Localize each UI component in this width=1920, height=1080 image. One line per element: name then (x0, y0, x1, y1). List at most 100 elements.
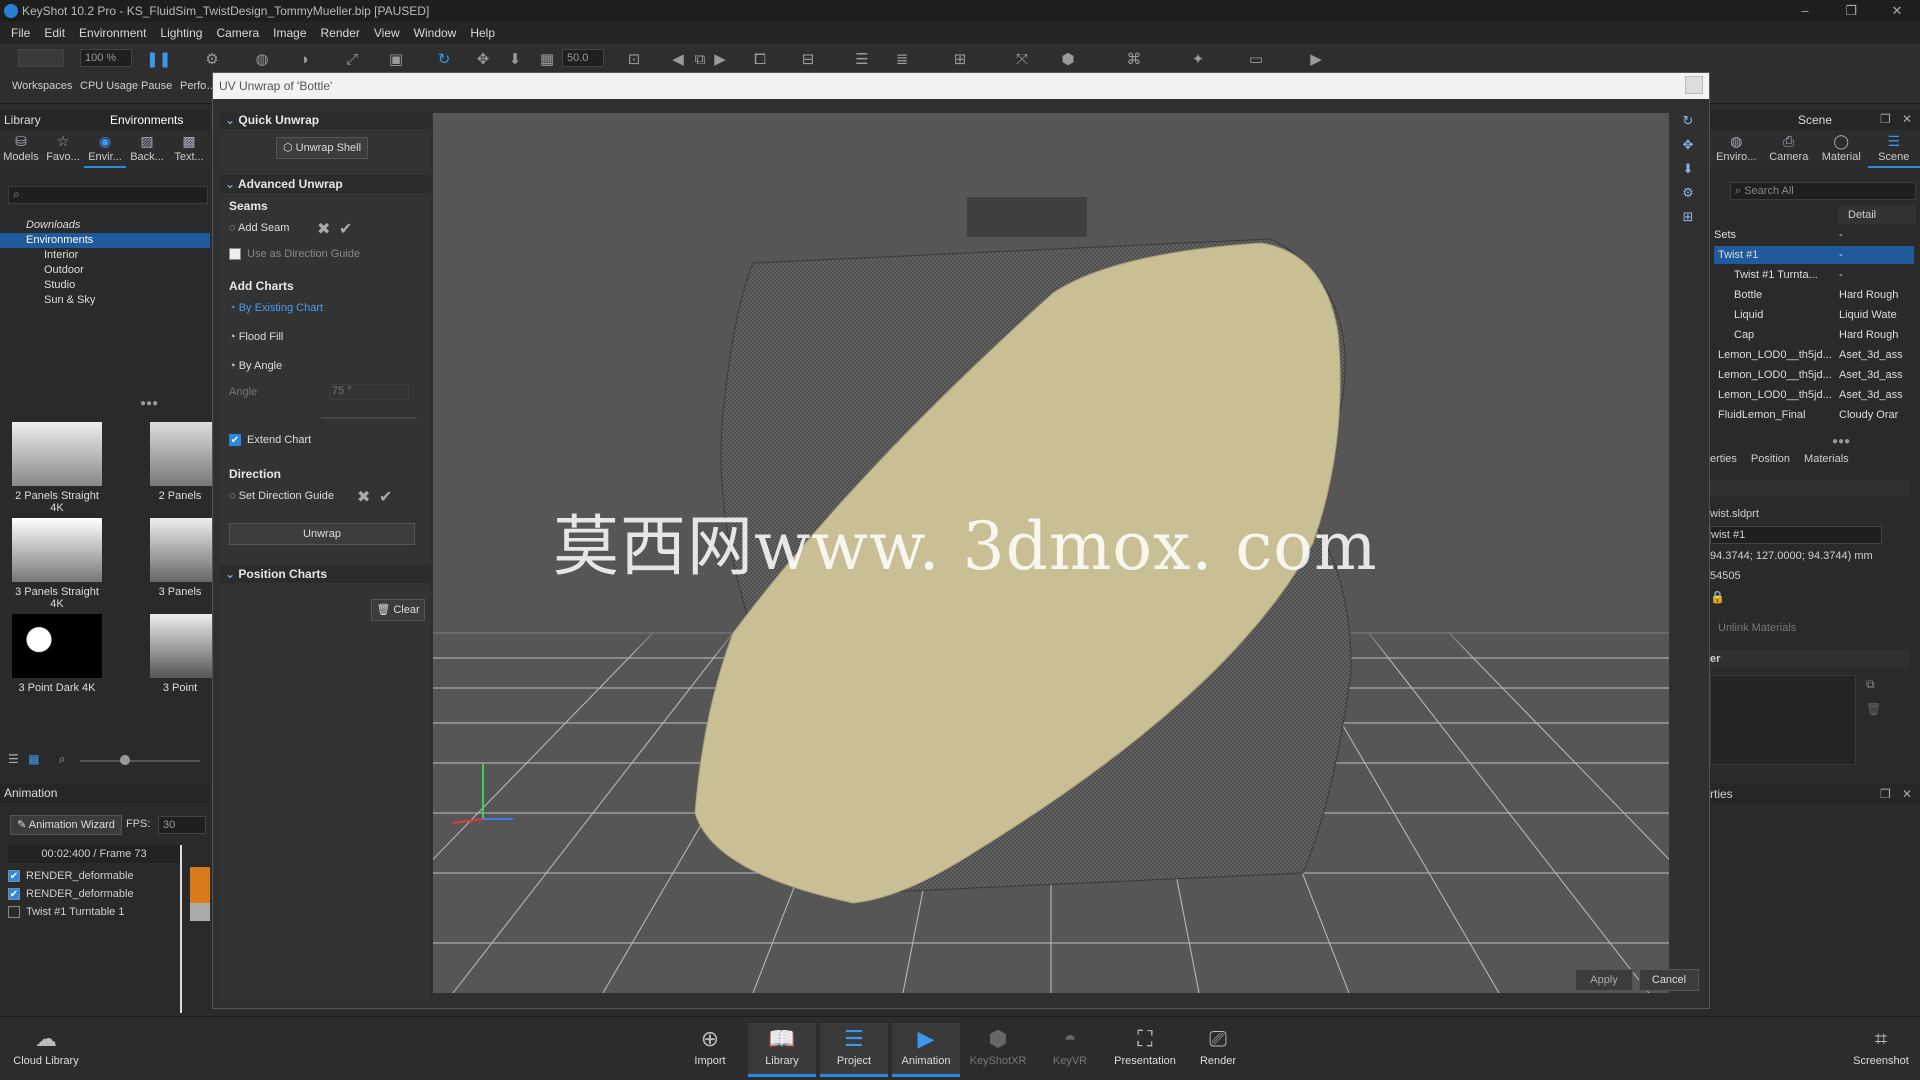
scene-row[interactable]: Lemon_LOD0__th5jd... Aset_3d_ass (1714, 386, 1914, 404)
tab-backplates[interactable]: ▨ Back... (126, 130, 168, 168)
track-checkbox[interactable]: ✔ (8, 888, 20, 901)
uv-viewport[interactable]: 莫西网www. 3dmox. com (433, 113, 1669, 993)
shading-icon[interactable]: ◑ (294, 50, 314, 70)
menu-environment[interactable]: Environment (72, 26, 153, 40)
dolly-view-icon[interactable]: ⬇ (1679, 161, 1697, 179)
tab-scene[interactable]: ☰ Scene (1867, 130, 1920, 168)
tab-properties[interactable]: erties (1710, 450, 1737, 468)
unwrap-button[interactable]: Unwrap (229, 523, 415, 545)
timeline-bar[interactable] (190, 903, 210, 921)
scene-row[interactable]: Sets - (1714, 226, 1914, 244)
script-icon[interactable]: ▶ (1306, 50, 1326, 70)
object-name-field[interactable]: wist #1 (1710, 526, 1882, 544)
advanced-unwrap-section[interactable]: Advanced Unwrap (221, 175, 431, 193)
remove-seams-icon[interactable]: ✖ (317, 219, 330, 239)
perspective-icon[interactable]: ⤢ (342, 50, 362, 70)
tree-item-downloads[interactable]: Downloads (0, 218, 210, 233)
splitter-handle-icon[interactable]: ●●● (140, 398, 158, 409)
frame-icon[interactable]: ⊞ (950, 50, 970, 70)
close-window-icon[interactable]: ✕ (1874, 0, 1920, 22)
use-direction-guide-checkbox[interactable]: Use as Direction Guide (229, 245, 360, 263)
animation-wizard-button[interactable]: ✎ Animation Wizard (10, 815, 122, 835)
tab-favorites[interactable]: ☆ Favo... (42, 130, 84, 168)
set-direction-guide-tool[interactable]: ◌ Set Direction Guide (229, 487, 334, 505)
tab-models[interactable]: ⛁ Models (0, 130, 42, 168)
thumb-3-panels-straight[interactable] (12, 518, 102, 582)
copy-icon[interactable]: ⧠ (750, 50, 770, 70)
panel-close-icon[interactable]: ✕ (1902, 784, 1912, 804)
tab-position[interactable]: Position (1751, 450, 1790, 468)
panel-float-icon[interactable]: ❐ (1880, 784, 1891, 804)
pause-label[interactable]: Pause (141, 80, 172, 92)
menu-view[interactable]: View (367, 26, 407, 40)
settings-icon[interactable]: ⚙ (202, 50, 222, 70)
tree-item-sun-sky[interactable]: Sun & Sky (0, 293, 210, 308)
angle-field[interactable]: 75 ° (329, 384, 409, 400)
dialog-close-button[interactable] (1685, 76, 1703, 94)
menu-window[interactable]: Window (407, 26, 464, 40)
confirm-direction-icon[interactable]: ✔ (379, 487, 392, 507)
tab-environments[interactable]: ◉ Envir... (84, 130, 126, 168)
import-button[interactable]: ⊕ Import (676, 1023, 744, 1077)
track-checkbox[interactable]: ✔ (8, 870, 20, 883)
shield-icon[interactable]: ⬢ (1058, 50, 1078, 70)
keyshotxr-button[interactable]: ⬢ KeyShotXR (964, 1023, 1032, 1077)
view-settings-icon[interactable]: ⚙ (1679, 185, 1697, 203)
splitter-handle-icon[interactable]: ●●● (1832, 436, 1850, 447)
track-row[interactable]: ✔ RENDER_deformable (8, 867, 180, 885)
fps-field[interactable]: 30 (158, 816, 206, 834)
tree-item-outdoor[interactable]: Outdoor (0, 263, 210, 278)
next-camera-icon[interactable]: ▶ (710, 50, 730, 70)
rotate-view-icon[interactable]: ↻ (1679, 113, 1697, 131)
list-view-icon[interactable]: ☰ (8, 752, 19, 766)
monitor-icon[interactable]: ▭ (1246, 50, 1266, 70)
tab-material[interactable]: ◯ Material (1815, 130, 1868, 168)
menu-lighting[interactable]: Lighting (153, 26, 209, 40)
thumb-3-point-dark[interactable] (12, 614, 102, 678)
thumb-3-panels[interactable] (150, 518, 212, 582)
quick-unwrap-section[interactable]: Quick Unwrap (221, 111, 431, 129)
fov-field[interactable]: 50.0 (562, 49, 604, 67)
geometry-icon[interactable]: ◍ (252, 50, 272, 70)
render-button[interactable]: ⎚ Render (1184, 1023, 1252, 1077)
menu-camera[interactable]: Camera (209, 26, 266, 40)
scene-search-input[interactable]: ⌕ Search All (1730, 182, 1916, 200)
workspaces-label[interactable]: Workspaces (12, 80, 72, 92)
move-icon[interactable]: ✥ (473, 50, 493, 70)
panel-float-icon[interactable]: ❐ (1880, 112, 1891, 126)
transform-icon[interactable]: ⤧ (1012, 50, 1032, 70)
confirm-seams-icon[interactable]: ✔ (339, 219, 352, 239)
detail-column-header[interactable]: Detail (1838, 206, 1916, 224)
scene-row[interactable]: Twist #1 Turnta... - (1714, 266, 1914, 284)
timeline-bar[interactable] (190, 867, 210, 885)
angle-slider[interactable] (321, 417, 417, 419)
pan-view-icon[interactable]: ✥ (1679, 137, 1697, 155)
menu-file[interactable]: File (4, 26, 37, 40)
track-row[interactable]: ✔ RENDER_deformable (8, 885, 180, 903)
maximize-icon[interactable]: ❐ (1828, 0, 1874, 22)
keyvr-button[interactable]: ◓ KeyVR (1036, 1023, 1104, 1077)
tab-textures[interactable]: ▩ Text... (168, 130, 210, 168)
tab-environment[interactable]: ◍ Enviro... (1710, 130, 1763, 168)
layer-delete-icon[interactable]: 🗑 (1866, 702, 1881, 716)
scene-row[interactable]: Liquid Liquid Wate (1714, 306, 1914, 324)
layers-icon[interactable]: ☰ (852, 50, 872, 70)
layer-list[interactable] (1710, 675, 1856, 765)
prev-camera-icon[interactable]: ◀ (668, 50, 688, 70)
panel-close-icon[interactable]: ✕ (1902, 112, 1912, 126)
project-button[interactable]: ☰ Project (820, 1023, 888, 1077)
unwrap-shell-button[interactable]: ⬡ Unwrap Shell (276, 137, 368, 159)
minimize-icon[interactable]: – (1782, 0, 1828, 22)
grid-view-icon[interactable]: ▦ (28, 752, 39, 766)
slider-handle[interactable] (120, 755, 130, 765)
scene-row[interactable]: Cap Hard Rough (1714, 326, 1914, 344)
library-search-input[interactable]: ⌕ (8, 186, 208, 204)
clear-button[interactable]: 🗑 Clear (371, 599, 425, 621)
position-charts-section[interactable]: Position Charts (221, 565, 431, 583)
pause-icon[interactable]: ❚❚ (146, 50, 171, 70)
zoom-field[interactable]: 100 % (80, 49, 132, 67)
region-icon[interactable]: ▣ (386, 50, 406, 70)
menu-help[interactable]: Help (463, 26, 502, 40)
fov-icon[interactable]: ▦ (537, 50, 557, 70)
stack-icon[interactable]: ≣ (892, 50, 912, 70)
